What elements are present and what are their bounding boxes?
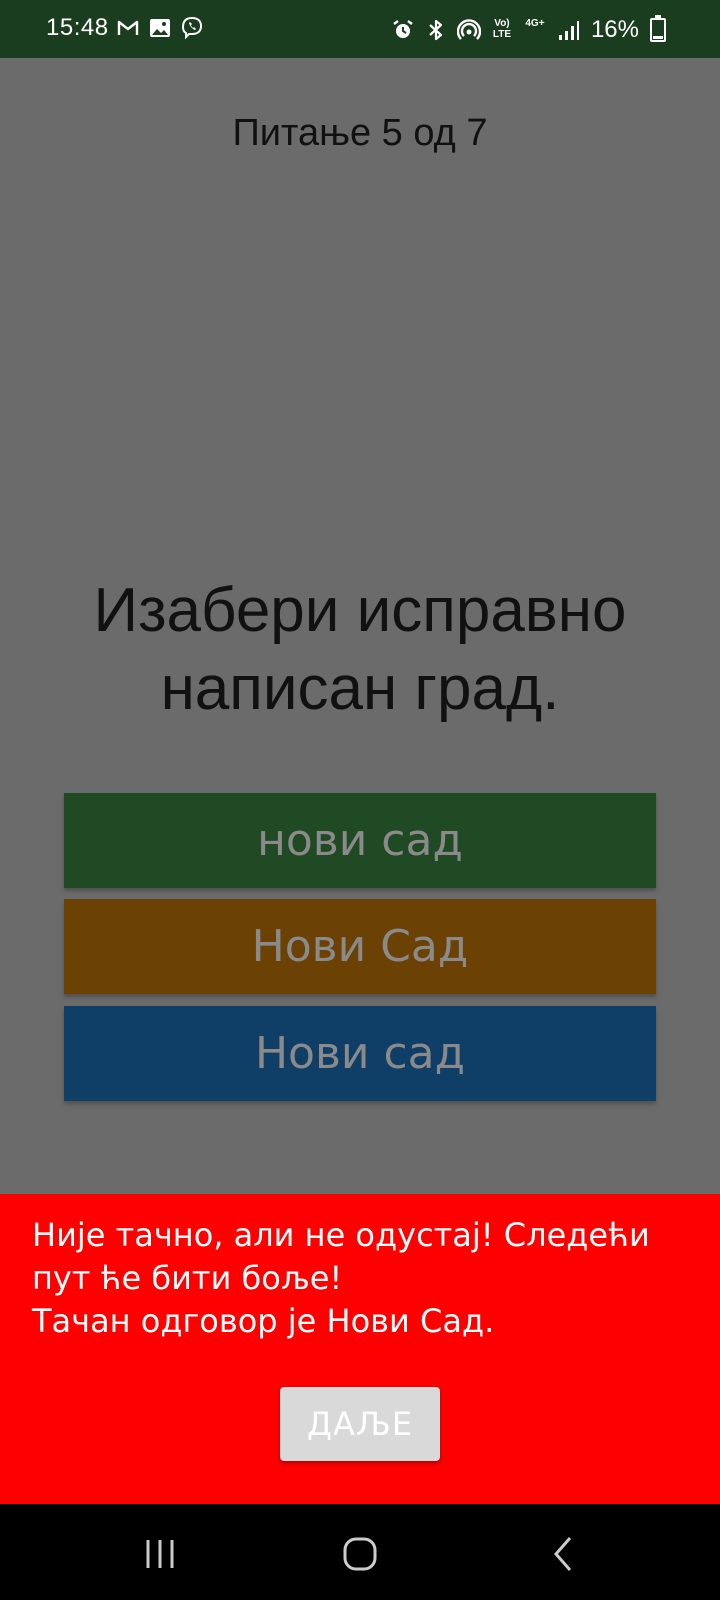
recents-icon[interactable] bbox=[140, 1534, 180, 1574]
battery-percent: 16% bbox=[590, 16, 639, 43]
gallery-icon bbox=[148, 16, 172, 40]
hotspot-icon bbox=[456, 18, 481, 42]
question-text: Изабери исправно написан град. bbox=[93, 576, 627, 723]
signal-icon bbox=[556, 18, 580, 42]
answer-option-3[interactable]: Нови сад bbox=[64, 1006, 656, 1101]
answer-option-2[interactable]: Нови Сад bbox=[64, 899, 656, 994]
system-icons: Vo) LTE 4G+ 16% bbox=[391, 15, 666, 44]
status-time: 15:48 bbox=[46, 14, 109, 41]
battery-icon bbox=[650, 15, 666, 42]
volte-icon: Vo) LTE bbox=[492, 18, 512, 40]
bluetooth-icon bbox=[424, 18, 448, 42]
feedback-panel: Није тачно, али не одустај! Следећи пут … bbox=[0, 1194, 720, 1504]
viber-icon bbox=[180, 16, 204, 40]
4g-icon: 4G+ bbox=[525, 18, 545, 29]
navigation-bar bbox=[0, 1504, 720, 1600]
home-icon[interactable] bbox=[340, 1534, 380, 1574]
gmail-icon bbox=[116, 16, 140, 40]
notification-icons bbox=[116, 16, 204, 40]
next-button[interactable]: ДАЉЕ bbox=[280, 1387, 440, 1461]
feedback-message: Није тачно, али не одустај! Следећи пут … bbox=[32, 1216, 650, 1340]
back-icon[interactable] bbox=[544, 1534, 584, 1574]
status-bar: 15:48 Vo) LTE 4G+ 16% bbox=[0, 0, 720, 58]
question-progress: Питање 5 од 7 bbox=[232, 112, 488, 154]
alarm-icon bbox=[391, 18, 415, 42]
answer-option-1[interactable]: нови сад bbox=[64, 793, 656, 888]
